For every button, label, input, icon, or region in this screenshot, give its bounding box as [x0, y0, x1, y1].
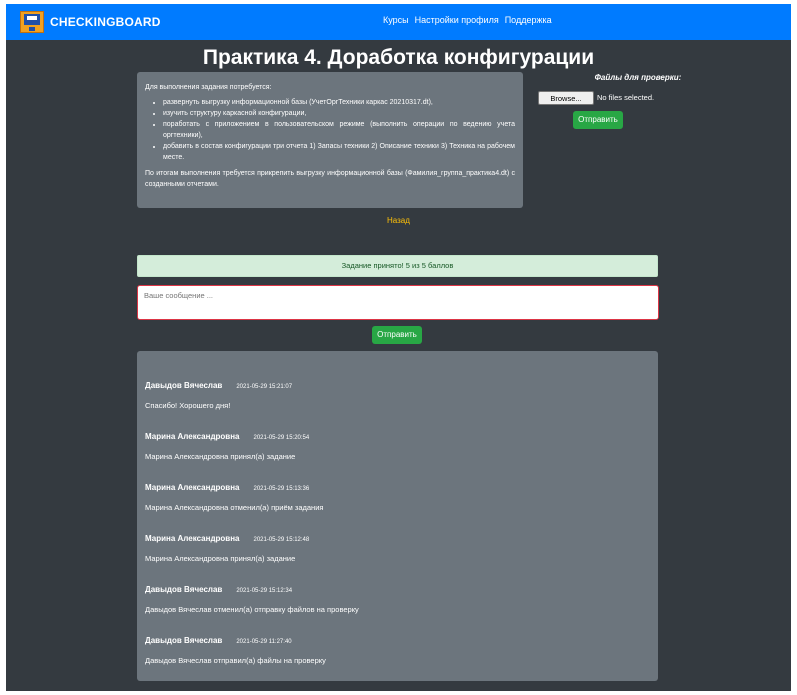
- comment-header: Марина Александровна 2021-05-29 15:12:48: [145, 534, 650, 543]
- comment-author: Давыдов Вячеслав: [145, 381, 223, 390]
- comment-header: Давыдов Вячеслав 2021-05-29 11:27:40: [145, 636, 650, 645]
- comment-timestamp: 2021-05-29 15:12:34: [236, 588, 293, 594]
- comment-author: Марина Александровна: [145, 432, 240, 441]
- task-item: поработать с приложением в пользовательс…: [163, 119, 515, 141]
- comment-item: Давыдов Вячеслав 2021-05-29 15:12:34 Дав…: [145, 585, 650, 636]
- comment-author: Давыдов Вячеслав: [145, 585, 223, 594]
- comment-text: Марина Александровна принял(а) задание: [145, 452, 296, 461]
- comment-item: Давыдов Вячеслав 2021-05-29 15:21:07 Спа…: [145, 381, 650, 432]
- task-outro: По итогам выполнения требуется прикрепит…: [145, 170, 515, 188]
- graduation-monitor-logo-icon: [20, 11, 44, 33]
- comment-timestamp: 2021-05-29 15:20:54: [253, 435, 310, 441]
- no-file-label: No files selected.: [597, 93, 655, 102]
- brand[interactable]: CHECKINGBOARD: [20, 10, 161, 34]
- status-alert: Задание принято! 5 из 5 баллов: [137, 255, 658, 277]
- navbar: CHECKINGBOARD Курсы Настройки профиля По…: [6, 4, 791, 40]
- comment-header: Давыдов Вячеслав 2021-05-29 15:12:34: [145, 585, 650, 594]
- send-message-button[interactable]: Отправить: [372, 326, 422, 344]
- comment-text: Марина Александровна принял(а) задание: [145, 554, 296, 563]
- logo-stand: [29, 27, 35, 31]
- comment-author: Давыдов Вячеслав: [145, 636, 223, 645]
- comment-author: Марина Александровна: [145, 534, 240, 543]
- comment-item: Марина Александровна 2021-05-29 15:20:54…: [145, 432, 650, 483]
- comment-timestamp: 2021-05-29 15:13:36: [253, 486, 310, 492]
- browse-button[interactable]: Browse...: [538, 91, 594, 105]
- comment-item: Марина Александровна 2021-05-29 15:12:48…: [145, 534, 650, 585]
- comment-timestamp: 2021-05-29 11:27:40: [236, 639, 292, 645]
- task-item: добавить в состав конфигурации три отчет…: [163, 141, 515, 163]
- nav-links: Курсы Настройки профиля Поддержка: [383, 15, 558, 25]
- comment-header: Давыдов Вячеслав 2021-05-29 15:21:07: [145, 381, 650, 390]
- task-description: Для выполнения задания потребуется: разв…: [137, 72, 523, 208]
- task-list: развернуть выгрузку информационной базы …: [145, 97, 515, 163]
- comment-timestamp: 2021-05-29 15:21:07: [236, 384, 293, 390]
- comment-item: Давыдов Вячеслав 2021-05-29 11:27:40 Дав…: [145, 636, 650, 687]
- comment-text: Марина Александровна отменил(а) приём за…: [145, 503, 324, 512]
- task-intro: Для выполнения задания потребуется:: [145, 84, 272, 91]
- send-files-button[interactable]: Отправить: [573, 111, 623, 129]
- nav-link-courses[interactable]: Курсы: [383, 15, 409, 25]
- comments-panel: Давыдов Вячеслав 2021-05-29 15:21:07 Спа…: [137, 351, 658, 681]
- task-item: развернуть выгрузку информационной базы …: [163, 97, 515, 108]
- page-frame: CHECKINGBOARD Курсы Настройки профиля По…: [6, 4, 791, 691]
- comment-text: Давыдов Вячеслав отменил(а) отправку фай…: [145, 605, 359, 614]
- comment-item: Марина Александровна 2021-05-29 15:13:36…: [145, 483, 650, 534]
- page-title: Практика 4. Доработка конфигурации: [202, 46, 595, 69]
- nav-link-support[interactable]: Поддержка: [505, 15, 552, 25]
- comment-header: Марина Александровна 2021-05-29 15:20:54: [145, 432, 650, 441]
- comment-text: Спасибо! Хорошего дня!: [145, 401, 231, 410]
- comment-header: Марина Александровна 2021-05-29 15:13:36: [145, 483, 650, 492]
- logo-cap: [27, 16, 37, 20]
- task-item: изучить структуру каркасной конфигурации…: [163, 108, 515, 119]
- comment-author: Марина Александровна: [145, 483, 240, 492]
- back-link[interactable]: Назад: [387, 216, 410, 225]
- nav-link-profile-settings[interactable]: Настройки профиля: [415, 15, 499, 25]
- comment-text: Давыдов Вячеслав отправил(а) файлы на пр…: [145, 656, 326, 665]
- brand-name: CHECKINGBOARD: [50, 15, 161, 29]
- message-input[interactable]: [137, 285, 659, 320]
- files-title: Файлы для проверки:: [594, 73, 682, 82]
- comment-timestamp: 2021-05-29 15:12:48: [253, 537, 310, 543]
